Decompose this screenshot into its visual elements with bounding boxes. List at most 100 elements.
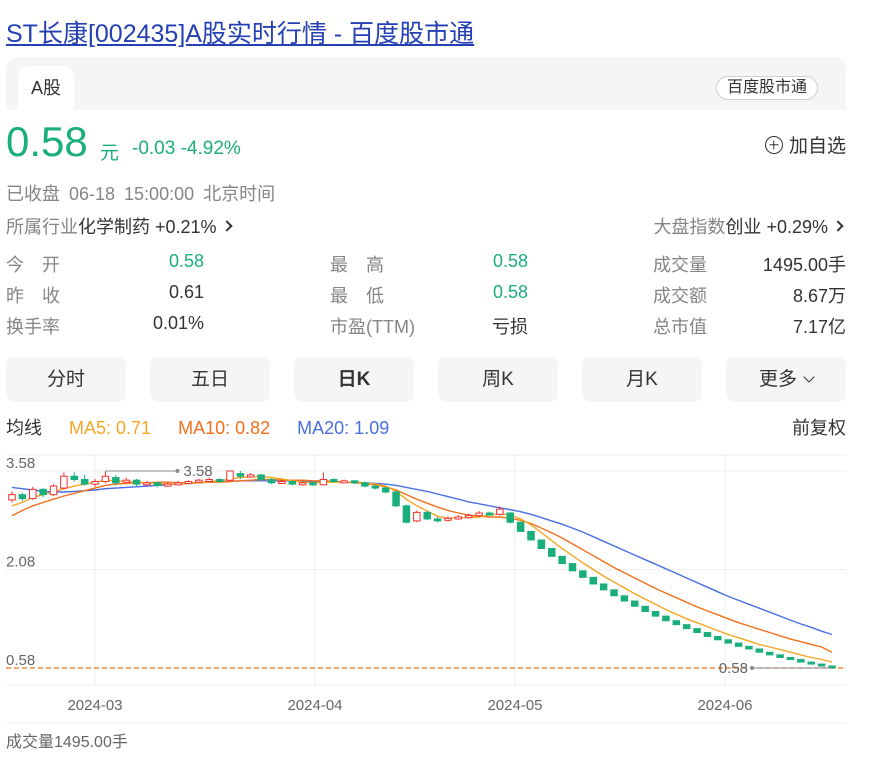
candle-body xyxy=(610,589,618,597)
tab-weekly-k[interactable]: 周K xyxy=(438,357,558,402)
candle-body xyxy=(516,521,525,532)
stat-value: 1495.00手 xyxy=(762,255,846,275)
candle-body xyxy=(547,547,556,557)
candle-body xyxy=(163,483,172,487)
candle-body xyxy=(485,512,494,516)
candle-body xyxy=(246,474,255,478)
candle-body xyxy=(776,654,784,658)
stat-value: 0.01% xyxy=(152,313,204,333)
candle-body xyxy=(589,576,598,585)
add-watchlist-button[interactable]: 加自选 xyxy=(764,131,846,158)
market-status: 已收盘 06-18 15:00:00 北京时间 xyxy=(6,184,276,204)
candle-body xyxy=(278,481,286,485)
candle-body xyxy=(319,479,328,486)
candle-body xyxy=(413,511,421,522)
index-link[interactable]: 大盘指数 创业 +0.29% xyxy=(653,213,844,239)
candle-body xyxy=(381,487,390,493)
adjust-restore-button[interactable]: 前复权 xyxy=(792,414,846,440)
brand-badge[interactable]: 百度股市通 xyxy=(715,76,818,100)
candle-body xyxy=(703,632,712,637)
stats-row: 换手率 0.01% 市盈(TTM) 亏损 总市值 7.17亿 xyxy=(6,313,846,341)
stat-value: 0.58 xyxy=(492,251,528,271)
industry-link[interactable]: 所属行业 化学制药 +0.21% xyxy=(6,213,233,239)
industry-label: 所属行业 xyxy=(6,217,78,237)
stat-label: 成交额 xyxy=(653,286,707,306)
stat-value: 0.58 xyxy=(492,282,528,302)
chevron-right-icon xyxy=(832,220,844,232)
stat-label: 最 低 xyxy=(330,286,384,306)
max-marker-label: 3.58 xyxy=(183,463,212,480)
candle-body xyxy=(18,494,27,500)
candle-body xyxy=(682,624,691,630)
candle-body xyxy=(132,479,141,485)
y-tick-label: 3.58 xyxy=(6,455,35,472)
candle-body xyxy=(195,479,203,483)
tab-five-day[interactable]: 五日 xyxy=(150,357,270,402)
page-title-link[interactable]: ST长康[002435]A股实时行情 - 百度股市通 xyxy=(6,14,474,50)
candle-body xyxy=(257,474,265,481)
candle-body xyxy=(662,615,670,622)
x-tick-label: 2024-06 xyxy=(697,697,752,714)
candle-body xyxy=(153,482,162,486)
candle-body xyxy=(579,570,587,578)
candle-body xyxy=(724,639,732,644)
current-price: 0.58 xyxy=(6,118,88,165)
price-change: -0.03 -4.92% xyxy=(132,138,241,159)
candle-body xyxy=(672,620,681,626)
tab-more[interactable]: 更多 xyxy=(726,357,846,402)
candle-body xyxy=(226,470,234,481)
stat-label: 成交量 xyxy=(653,255,707,275)
candle-body xyxy=(49,485,58,496)
candle-body xyxy=(641,605,649,613)
add-watchlist-label: 加自选 xyxy=(788,136,846,157)
tab-monthly-k[interactable]: 月K xyxy=(582,357,702,402)
plus-circle-icon xyxy=(764,135,783,154)
candle-body xyxy=(765,651,774,656)
stat-label: 昨 收 xyxy=(6,286,60,306)
stat-value: 0.61 xyxy=(168,282,204,302)
tab-a-share[interactable]: A股 xyxy=(18,66,74,110)
stats-row: 昨 收 0.61 最 低 0.58 成交额 8.67万 xyxy=(6,282,846,310)
candle-body xyxy=(361,482,369,487)
y-tick-label: 0.58 xyxy=(6,652,35,669)
tab-intraday[interactable]: 分时 xyxy=(6,357,126,402)
candle-body xyxy=(807,661,815,665)
candle-body xyxy=(184,481,193,485)
max-marker-dot xyxy=(175,469,180,473)
y-tick-label: 2.08 xyxy=(6,554,35,571)
candle-body xyxy=(423,511,431,520)
stat-label: 总市值 xyxy=(653,317,707,337)
candle-body xyxy=(29,488,37,500)
candle-body xyxy=(537,539,546,549)
stat-label: 市盈(TTM) xyxy=(330,317,415,337)
candle-body xyxy=(496,508,504,515)
candle-body xyxy=(70,475,79,481)
candle-body xyxy=(464,515,473,519)
chevron-down-icon xyxy=(803,370,815,383)
stat-label: 今 开 xyxy=(6,255,60,275)
candle-body xyxy=(174,482,182,486)
candle-body xyxy=(91,481,99,485)
candle-body xyxy=(340,480,348,484)
candle-body xyxy=(444,517,452,521)
candle-body xyxy=(714,635,722,641)
tab-daily-k[interactable]: 日K xyxy=(294,357,414,402)
industry-value: 化学制药 +0.21% xyxy=(78,217,217,237)
candle-body xyxy=(734,642,743,647)
index-value: 创业 +0.29% xyxy=(725,217,828,237)
candle-body xyxy=(288,481,297,485)
candle-body xyxy=(797,658,805,663)
x-tick-label: 2024-05 xyxy=(487,697,542,714)
stat-label: 换手率 xyxy=(6,317,60,337)
candle-body xyxy=(122,479,130,483)
kline-chart[interactable]: 3.58 2.08 0.58 2024-03 2024-04 2024-05 2024-06… xyxy=(0,450,873,730)
ma-label: 均线 xyxy=(6,418,42,438)
candle-body xyxy=(433,518,442,522)
candle-body xyxy=(8,494,16,501)
stat-value: 7.17亿 xyxy=(792,317,846,337)
candle-body xyxy=(371,485,380,489)
candle-body xyxy=(309,482,317,486)
candle-body xyxy=(60,475,68,489)
index-label: 大盘指数 xyxy=(653,217,726,237)
candle-body xyxy=(350,480,359,484)
